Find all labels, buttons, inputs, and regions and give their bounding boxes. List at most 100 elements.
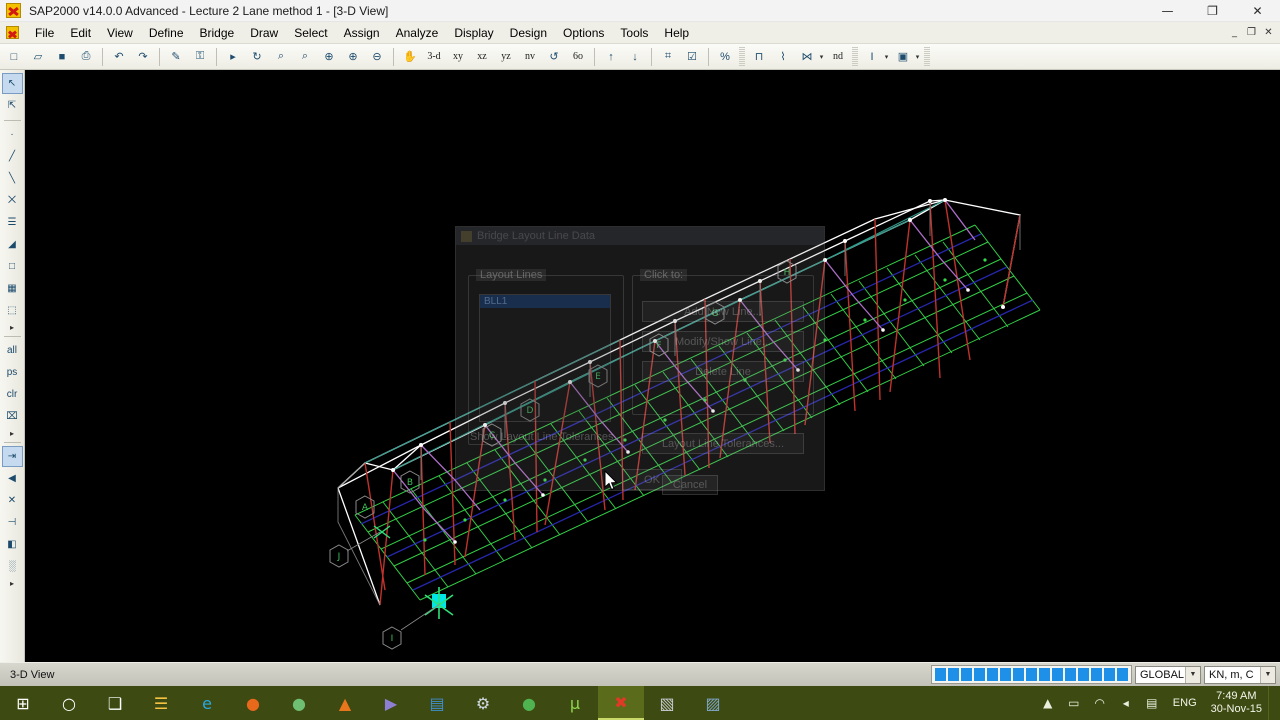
select-xz-plane-icon[interactable]: ◧ — [2, 534, 23, 555]
select-crossing-line-icon[interactable]: ✕ — [2, 490, 23, 511]
chevron-down-icon[interactable]: ▼ — [1260, 666, 1275, 683]
start-button[interactable]: ⊞ — [0, 686, 46, 720]
draw-solid-icon[interactable]: ⬚ — [2, 300, 23, 321]
new-file-icon[interactable]: □ — [3, 46, 25, 68]
pan-icon[interactable]: ✋ — [399, 46, 421, 68]
select-all-icon[interactable]: all — [2, 340, 23, 361]
view-xy-label[interactable]: xy — [447, 46, 469, 68]
open-file-icon[interactable]: ▱ — [27, 46, 49, 68]
menu-item-assign[interactable]: Assign — [336, 24, 388, 42]
draw-rectangular-area-icon[interactable]: □ — [2, 256, 23, 277]
bridge-layout-line-data-dialog[interactable]: Bridge Layout Line Data Layout Lines BLL… — [455, 226, 825, 495]
mdi-restore-button[interactable]: ❐ — [1244, 25, 1259, 40]
undo-icon[interactable]: ↶ — [108, 46, 130, 68]
media-player-icon[interactable]: ▶ — [368, 686, 414, 720]
menu-item-bridge[interactable]: Bridge — [192, 24, 243, 42]
view-nv-label[interactable]: nv — [519, 46, 541, 68]
draw-point-icon[interactable]: · — [2, 124, 23, 145]
quick-draw-area-icon[interactable]: ▦ — [2, 278, 23, 299]
chrome-icon[interactable]: ● — [506, 686, 552, 720]
chevron-down-icon[interactable]: ▼ — [1185, 666, 1200, 683]
menu-item-draw[interactable]: Draw — [242, 24, 286, 42]
coordinate-system-dropdown[interactable]: GLOBAL ▼ — [1135, 665, 1201, 684]
move-up-in-list-icon[interactable]: ↑ — [600, 46, 622, 68]
show-hidden-icons-icon[interactable]: ▲ — [1035, 686, 1061, 720]
pdf-reader-icon[interactable]: ▧ — [644, 686, 690, 720]
deselect-icon[interactable]: ⌧ — [2, 406, 23, 427]
perspective-toggle-label[interactable]: 6o — [567, 46, 589, 68]
layout-lines-listbox[interactable]: BLL1 — [479, 294, 611, 422]
draw-section-cut-icon[interactable]: ⋈ — [796, 46, 818, 68]
draw-frame-cable-icon[interactable]: ╱ — [2, 146, 23, 167]
draw-secondary-icon[interactable]: ⌇ — [772, 46, 794, 68]
drop-section[interactable]: ▾ — [817, 53, 826, 61]
select-extra-more-icon[interactable]: ▸ — [2, 578, 23, 589]
sap2000-taskbar-icon[interactable]: ✖ — [598, 686, 644, 720]
print-icon[interactable]: ⎙ — [75, 46, 97, 68]
text-tool-icon[interactable]: I — [861, 46, 883, 68]
settings-app-icon[interactable]: ⚙ — [460, 686, 506, 720]
refresh-window-icon[interactable]: ✎ — [165, 46, 187, 68]
select-previous-icon[interactable]: ps — [2, 362, 23, 383]
quick-draw-frame-icon[interactable]: ╲ — [2, 168, 23, 189]
draw-more-icon[interactable]: ▸ — [2, 322, 23, 333]
select-xy-plane-icon[interactable]: ⊣ — [2, 512, 23, 533]
rotate-3d-view-icon[interactable]: ↺ — [543, 46, 565, 68]
delete-line-button[interactable]: Delete Line — [642, 361, 804, 382]
zoom-out-icon[interactable]: ⊖ — [366, 46, 388, 68]
add-new-line-button[interactable]: Add New Line... — [642, 301, 804, 322]
layout-line-tolerances-button[interactable]: Layout Line Tolerances... — [642, 433, 804, 454]
reshape-element-icon[interactable]: ⇱ — [2, 95, 23, 116]
run-analysis-icon[interactable]: ▸ — [222, 46, 244, 68]
move-down-in-list-icon[interactable]: ↓ — [624, 46, 646, 68]
scale-percent-icon[interactable]: % — [714, 46, 736, 68]
quick-draw-brace-icon[interactable]: ⨉ — [2, 190, 23, 211]
internet-explorer-icon[interactable]: e — [184, 686, 230, 720]
maximize-button[interactable]: ❐ — [1190, 0, 1235, 22]
set-display-options-icon[interactable]: ⌗ — [657, 46, 679, 68]
photos-app-icon[interactable]: ▨ — [690, 686, 736, 720]
drop-picture[interactable]: ▾ — [913, 53, 922, 61]
pointer-select-icon[interactable]: ↖ — [1, 73, 23, 94]
menu-item-define[interactable]: Define — [141, 24, 192, 42]
cortana-search-icon[interactable]: ○ — [46, 686, 92, 720]
show-desktop-button[interactable] — [1268, 686, 1274, 720]
language-indicator[interactable]: ENG — [1165, 697, 1205, 709]
mdi-close-button[interactable]: ✕ — [1261, 25, 1276, 40]
vlc-player-icon[interactable]: ▲ — [322, 686, 368, 720]
redo-icon[interactable]: ↷ — [132, 46, 154, 68]
menu-item-display[interactable]: Display — [446, 24, 501, 42]
previous-zoom-icon[interactable]: ⌕ — [294, 46, 316, 68]
set-select-mode-icon[interactable]: ☑ — [681, 46, 703, 68]
task-view-icon[interactable]: ❑ — [92, 686, 138, 720]
zoom-in-icon[interactable]: ⊕ — [342, 46, 364, 68]
grip3[interactable] — [924, 46, 930, 67]
mdi-minimize-button[interactable]: _ — [1227, 25, 1242, 40]
draw-poly-area-icon[interactable]: ◢ — [2, 234, 23, 255]
rubber-band-zoom-icon[interactable]: ↻ — [246, 46, 268, 68]
close-button[interactable]: ✕ — [1235, 0, 1280, 22]
menu-item-design[interactable]: Design — [502, 24, 555, 42]
view-3d-label[interactable]: 3-d — [423, 46, 445, 68]
utorrent-icon[interactable]: µ — [552, 686, 598, 720]
zoom-in-one-step-icon[interactable]: ⊕ — [318, 46, 340, 68]
menu-item-edit[interactable]: Edit — [62, 24, 99, 42]
restore-full-view-icon[interactable]: ⌕ — [270, 46, 292, 68]
clock[interactable]: 7:49 AM 30-Nov-15 — [1205, 690, 1268, 716]
cancel-button[interactable]: Cancel — [662, 475, 718, 495]
save-icon[interactable]: ■ — [51, 46, 73, 68]
set-intersecting-line-icon[interactable]: ⇥ — [1, 446, 23, 467]
menu-item-tools[interactable]: Tools — [612, 24, 656, 42]
clear-selection-icon[interactable]: clr — [2, 384, 23, 405]
file-explorer-icon[interactable]: ☰ — [138, 686, 184, 720]
view-yz-label[interactable]: yz — [495, 46, 517, 68]
draw-frame-icon[interactable]: ⊓ — [748, 46, 770, 68]
no-design-label[interactable]: nd — [827, 46, 849, 68]
notes-app-icon[interactable]: ▤ — [414, 686, 460, 720]
select-more-icon[interactable]: ▸ — [2, 428, 23, 439]
drop-text[interactable]: ▾ — [882, 53, 891, 61]
battery-icon[interactable]: ▭ — [1061, 686, 1087, 720]
layout-line-list-item[interactable]: BLL1 — [480, 295, 610, 308]
menu-item-view[interactable]: View — [99, 24, 141, 42]
menu-item-analyze[interactable]: Analyze — [388, 24, 447, 42]
